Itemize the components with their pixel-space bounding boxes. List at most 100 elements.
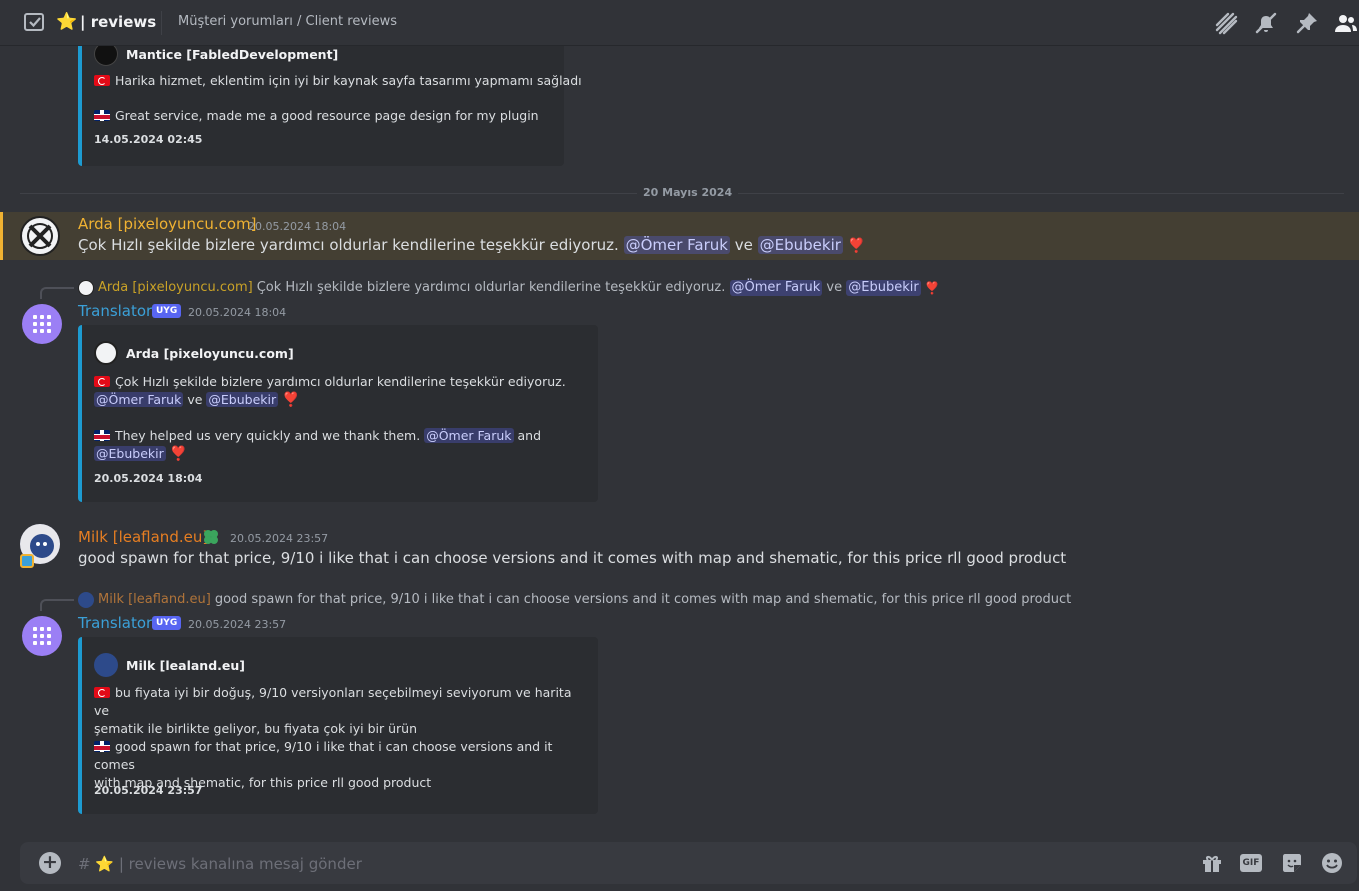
message-username[interactable]: Milk [leafland.eu] [78, 527, 208, 547]
embed-author: Mantice [FabledDevelopment] [94, 46, 338, 66]
message-timestamp: 20.05.2024 18:04 [188, 306, 287, 319]
message-list[interactable]: Mantice [FabledDevelopment] Harika hizme… [0, 46, 1359, 838]
clover-role-icon [202, 528, 220, 546]
reply-text: Çok Hızlı şekilde bizlere yardımcı oldur… [256, 280, 726, 295]
user-mention[interactable]: @Ömer Faruk [623, 236, 730, 254]
translator-bot-avatar[interactable] [22, 616, 62, 656]
embed-timestamp: 20.05.2024 18:04 [94, 472, 203, 485]
reply-connector [40, 599, 74, 611]
embed-en-line: They helped us very quickly and we thank… [94, 427, 584, 463]
message-timestamp: 20.05.2024 23:57 [230, 532, 329, 545]
pin-icon[interactable] [1295, 11, 1319, 35]
reply-avatar [78, 592, 94, 608]
channel-type-icon [24, 13, 44, 31]
embed-en-text: Great service, made me a good resource p… [115, 108, 539, 123]
reply-username[interactable]: Arda [pixeloyuncu.com] [98, 280, 253, 296]
message-timestamp: 20.05.2024 23:57 [188, 618, 287, 631]
reply-avatar [78, 280, 94, 296]
emoji-icon[interactable] [1320, 851, 1344, 875]
turkey-flag-icon [94, 75, 110, 86]
gif-label: GIF [1240, 854, 1262, 872]
heart-exclamation-emoji: ❣️ [169, 446, 188, 462]
reply-conj: ve [826, 280, 843, 295]
channel-star-icon: ⭐ [56, 12, 78, 32]
user-mention[interactable]: @Ebubekir [94, 446, 166, 461]
embed-tr-text-1: bu fiyata iyi bir doğuş, 9/10 versiyonla… [94, 685, 572, 718]
app-badge: UYG [152, 304, 182, 318]
reply-connector [40, 287, 74, 299]
translation-embed: Milk [lealand.eu] bu fiyata iyi bir doğu… [78, 637, 598, 814]
user-mention[interactable]: @Ebubekir [757, 236, 843, 254]
app-badge: UYG [152, 616, 182, 630]
embed-tr-text: Harika hizmet, eklentim için iyi bir kay… [115, 73, 582, 88]
avatar[interactable] [20, 216, 60, 256]
uk-flag-icon [94, 430, 110, 441]
user-mention[interactable]: @Ömer Faruk [94, 392, 184, 407]
message-text-conj: ve [734, 236, 753, 254]
turkey-flag-icon [94, 376, 110, 387]
translation-embed: Arda [pixeloyuncu.com] Çok Hızlı şekilde… [78, 325, 598, 502]
user-mention[interactable]: @Ebubekir [206, 392, 279, 407]
message-username[interactable]: Translator [78, 613, 152, 633]
embed-en-line: Great service, made me a good resource p… [94, 107, 584, 125]
notifications-muted-icon[interactable] [1254, 11, 1278, 35]
embed-tr-line: Çok Hızlı şekilde bizlere yardımcı oldur… [94, 373, 584, 409]
translation-embed: Mantice [FabledDevelopment] Harika hizme… [78, 46, 582, 166]
embed-en-text: They helped us very quickly and we thank… [115, 428, 421, 443]
reply-username[interactable]: Milk [leafland.eu] [98, 592, 211, 608]
heart-exclamation-emoji: ❣️ [847, 238, 866, 254]
message-timestamp: 20.05.2024 18:04 [248, 220, 347, 233]
embed-conj: and [517, 428, 542, 443]
sticker-icon[interactable] [1280, 851, 1304, 875]
user-mention[interactable]: @Ömer Faruk [729, 280, 823, 296]
gift-icon[interactable] [1200, 851, 1224, 875]
embed-author-avatar [94, 46, 118, 66]
channel-header: ⭐ | reviews Müşteri yorumları / Client r… [0, 0, 1359, 46]
embed-author: Arda [pixeloyuncu.com] [94, 341, 294, 365]
embed-en-text-1: good spawn for that price, 9/10 i like t… [94, 739, 553, 772]
message-content: good spawn for that price, 9/10 i like t… [78, 549, 1067, 567]
role-icon [20, 554, 34, 568]
channel-star-icon: ⭐ [95, 855, 115, 873]
reply-preview[interactable]: Milk [leafland.eu] good spawn for that p… [78, 592, 1071, 608]
message-text: Çok Hızlı şekilde bizlere yardımcı oldur… [78, 236, 619, 254]
embed-tr-text-2: şematik ile birlikte geliyor, bu fiyata … [94, 721, 418, 736]
date-divider-label: 20 Mayıs 2024 [637, 185, 739, 201]
embed-timestamp: 20.05.2024 23:57 [94, 784, 203, 797]
message-input[interactable]: # ⭐ | reviews kanalına mesaj gönder [78, 854, 362, 874]
gif-icon[interactable]: GIF [1240, 851, 1264, 875]
message-input-placeholder: | reviews kanalına mesaj gönder [118, 855, 362, 873]
embed-author-avatar [94, 653, 118, 677]
message-username[interactable]: Arda [pixeloyuncu.com] [78, 214, 256, 234]
translator-bot-avatar[interactable] [22, 304, 62, 344]
uk-flag-icon [94, 110, 110, 121]
user-mention[interactable]: @Ebubekir [846, 280, 921, 296]
user-mention[interactable]: @Ömer Faruk [424, 428, 514, 443]
embed-tr-line: Harika hizmet, eklentim için iyi bir kay… [94, 72, 584, 90]
embed-author: Milk [lealand.eu] [94, 653, 245, 677]
embed-author-avatar [94, 341, 118, 365]
embed-author-name: Arda [pixeloyuncu.com] [126, 345, 294, 361]
embed-author-name: Mantice [FabledDevelopment] [126, 46, 339, 62]
message-username[interactable]: Translator [78, 301, 152, 321]
uk-flag-icon [94, 741, 110, 752]
embed-timestamp: 14.05.2024 02:45 [94, 133, 203, 146]
embed-tr-text: Çok Hızlı şekilde bizlere yardımcı oldur… [115, 374, 566, 389]
embed-author-name: Milk [lealand.eu] [126, 657, 245, 673]
message-content: Çok Hızlı şekilde bizlere yardımcı oldur… [78, 234, 865, 257]
header-divider [161, 11, 162, 35]
embed-tr-line: bu fiyata iyi bir doğuş, 9/10 versiyonla… [94, 684, 584, 738]
message-composer[interactable]: + # ⭐ | reviews kanalına mesaj gönder GI… [20, 842, 1357, 884]
turkey-flag-icon [94, 687, 110, 698]
reply-text: good spawn for that price, 9/10 i like t… [214, 592, 1072, 607]
heart-exclamation-emoji: ❣️ [282, 392, 300, 408]
channel-name: | reviews [80, 13, 157, 31]
member-list-icon[interactable] [1334, 11, 1358, 35]
add-attachment-button[interactable]: + [39, 852, 61, 874]
threads-icon[interactable] [1214, 11, 1238, 35]
heart-exclamation-emoji: ❣️ [924, 281, 940, 295]
embed-conj: ve [187, 392, 203, 407]
reply-preview[interactable]: Arda [pixeloyuncu.com] Çok Hızlı şekilde… [78, 280, 940, 296]
channel-topic[interactable]: Müşteri yorumları / Client reviews [178, 14, 397, 30]
channel-hash-icon: # [78, 855, 91, 873]
